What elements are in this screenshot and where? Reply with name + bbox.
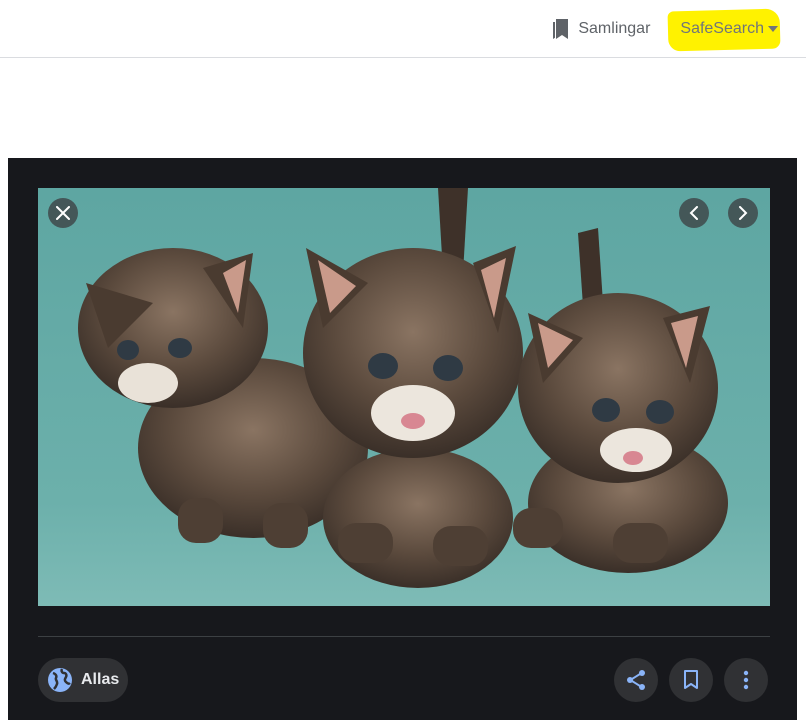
chevron-right-icon: [739, 206, 748, 220]
bookmarks-icon: [553, 19, 569, 39]
share-button[interactable]: [614, 658, 658, 702]
image-preview[interactable]: [38, 188, 770, 606]
close-button[interactable]: [48, 198, 78, 228]
divider: [38, 636, 770, 637]
usage-rights-button[interactable]: Allas: [38, 658, 128, 702]
top-bar-actions: Samlingar SafeSearch: [552, 0, 788, 58]
collections-label: Samlingar: [578, 20, 651, 37]
usage-rights-label: Allas: [81, 671, 120, 688]
share-icon: [627, 670, 645, 690]
globe-icon: [48, 668, 72, 692]
kittens-photo: [38, 188, 770, 606]
previous-image-button[interactable]: [679, 198, 709, 228]
safesearch-dropdown[interactable]: SafeSearch: [667, 8, 788, 52]
save-to-collection-button[interactable]: [669, 658, 713, 702]
top-bar: Samlingar SafeSearch: [0, 0, 806, 58]
more-options-button[interactable]: [724, 658, 768, 702]
image-viewer-panel: Allas: [8, 158, 797, 720]
more-vert-icon: [743, 670, 749, 690]
caret-down-icon: [768, 26, 778, 32]
collections-link[interactable]: Samlingar: [552, 18, 650, 40]
chevron-left-icon: [689, 206, 698, 220]
close-icon: [56, 206, 70, 220]
safesearch-label: SafeSearch: [680, 20, 764, 37]
next-image-button[interactable]: [728, 198, 758, 228]
bookmark-icon: [684, 670, 698, 689]
